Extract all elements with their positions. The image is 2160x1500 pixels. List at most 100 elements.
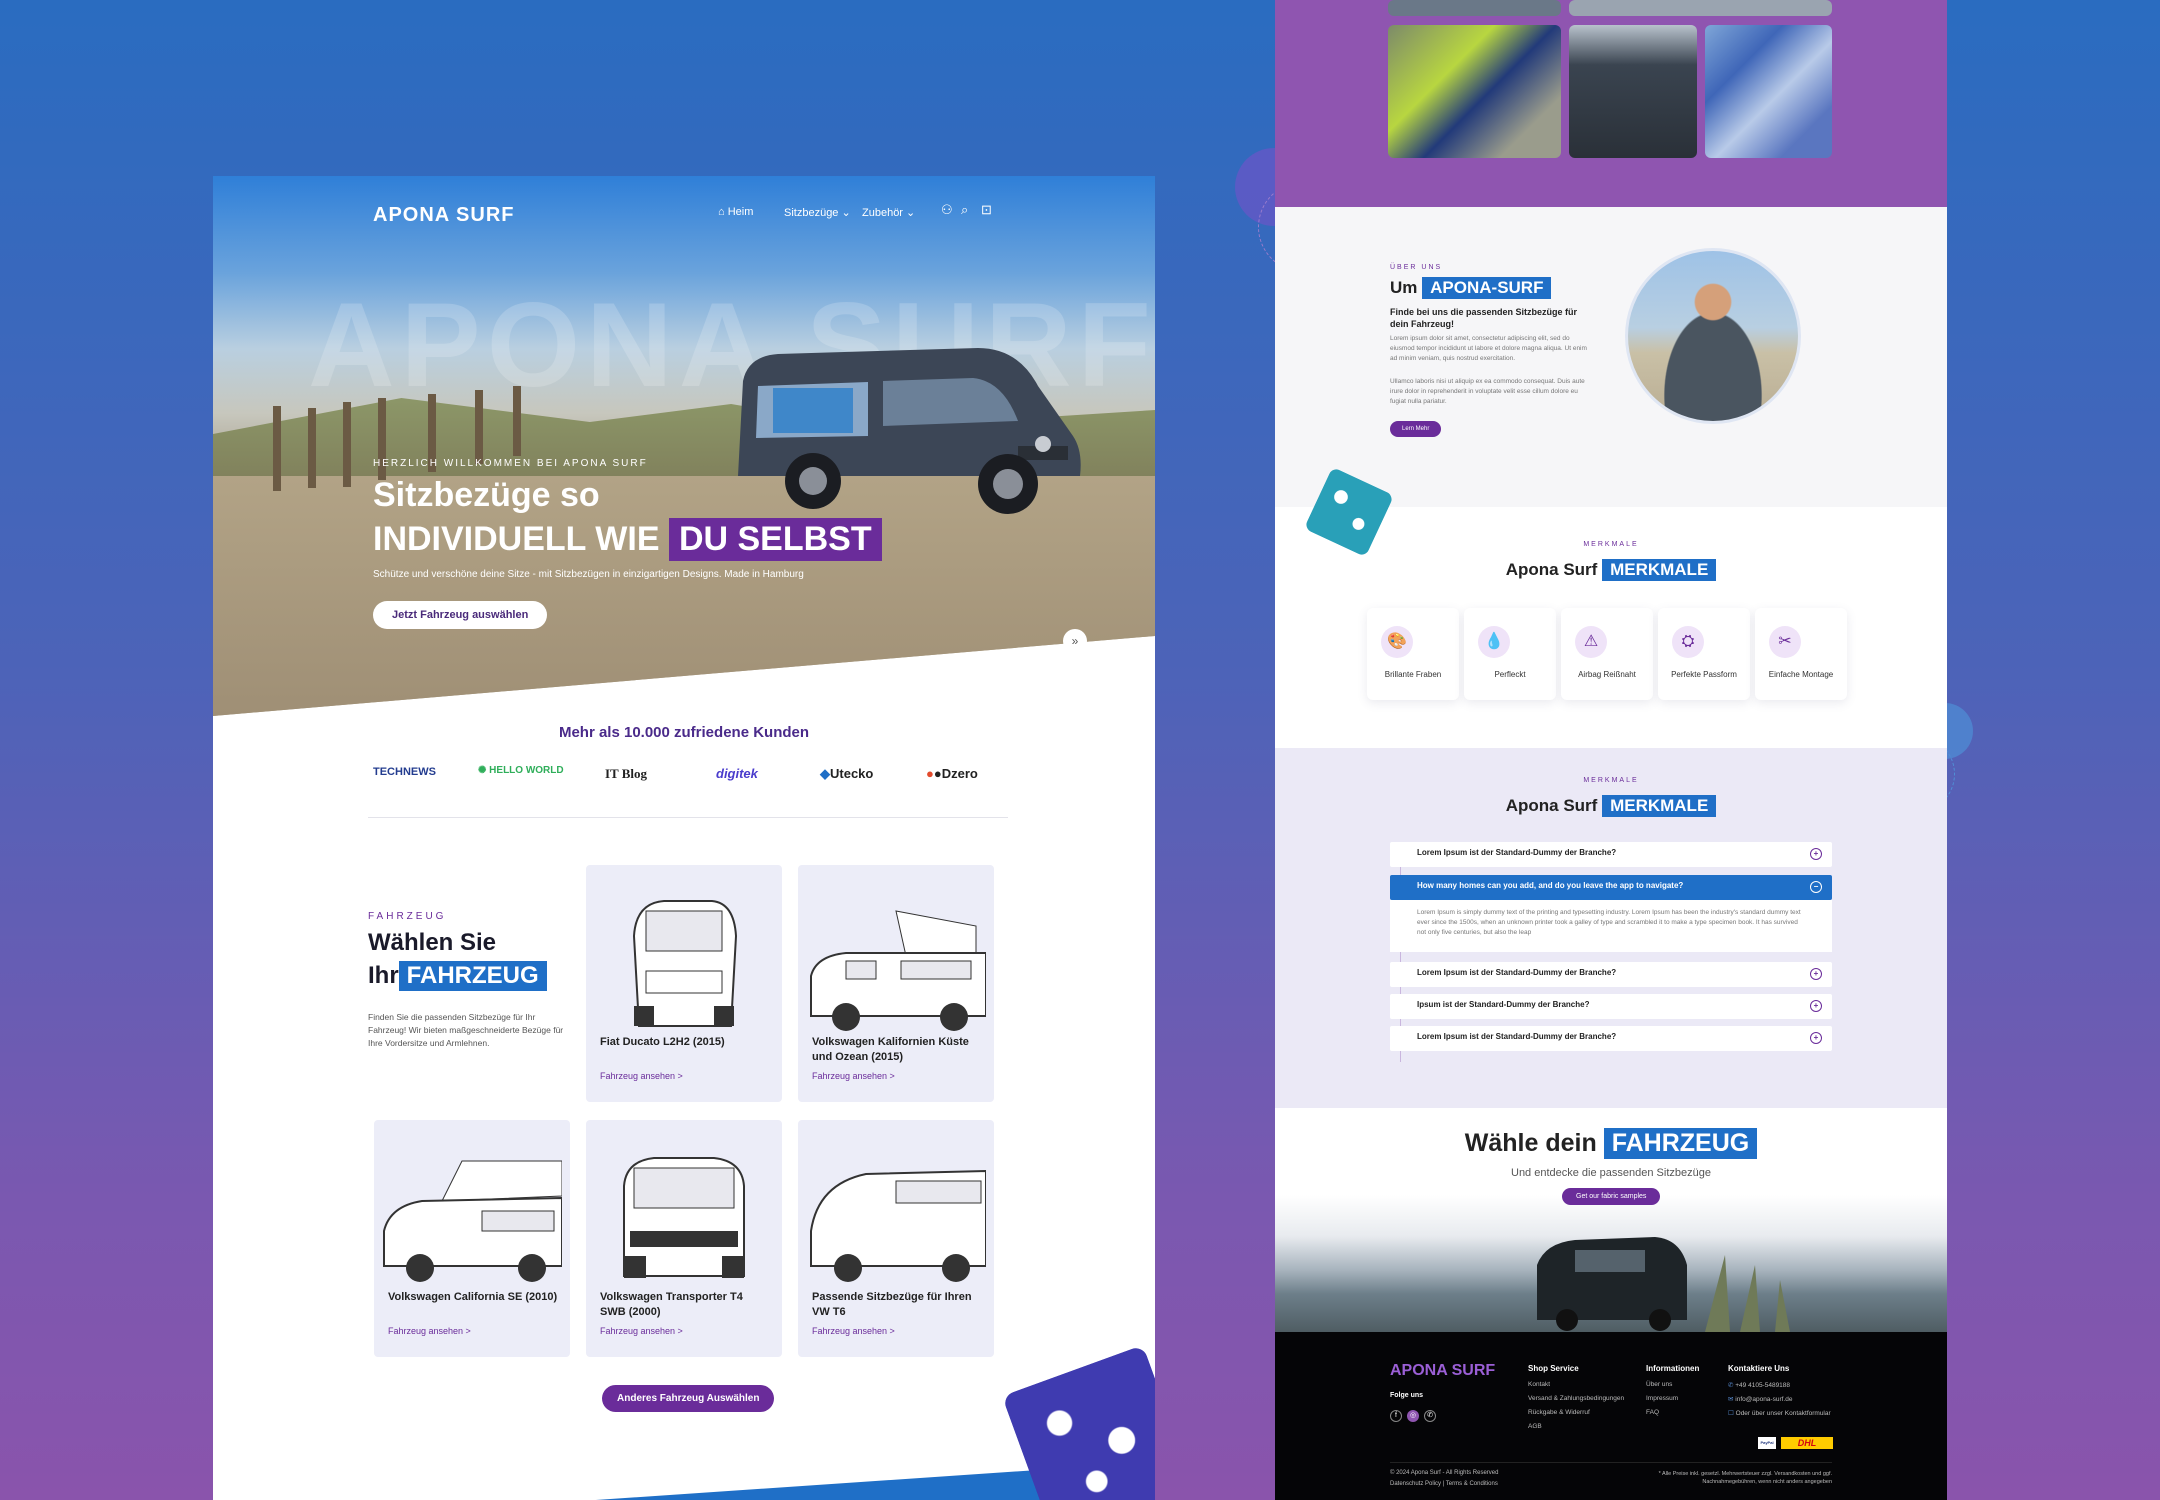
footer-phone[interactable]: ✆ +49 4105-5489188 xyxy=(1728,1381,1790,1389)
footer-link[interactable]: Versand & Zahlungsbedingungen xyxy=(1528,1395,1624,1402)
nav-seat-covers[interactable]: Sitzbezüge ⌄ xyxy=(784,206,851,219)
phone-icon: ✆ xyxy=(1728,1382,1734,1389)
palette-icon: 🎨 xyxy=(1381,626,1413,658)
faq-item[interactable]: Lorem Ipsum ist der Standard-Dummy der B… xyxy=(1390,1026,1832,1051)
vehicle-name: Volkswagen Kalifornien Küste und Ozean (… xyxy=(812,1036,969,1063)
footer-email-text: info@apona-surf.de xyxy=(1735,1396,1793,1403)
nav-seat-covers-label: Sitzbezüge xyxy=(784,207,839,219)
faq-answer: Lorem Ipsum is simply dummy text of the … xyxy=(1390,900,1832,952)
gallery-photo[interactable] xyxy=(1388,0,1561,16)
homepage-mockup: APONA SURF APONA SURF ⌂ Heim Sitzbezüge … xyxy=(213,176,1155,1500)
footer-phone-text: +49 4105-5489188 xyxy=(1735,1382,1791,1389)
vehicle-card[interactable]: Volkswagen Kalifornien Küste und Ozean (… xyxy=(798,865,994,1102)
faq-item-open[interactable]: How many homes can you add, and do you l… xyxy=(1390,875,1832,900)
vehicle-view-link[interactable]: Fahrzeug ansehen > xyxy=(388,1326,471,1336)
learn-more-button[interactable]: Lern Mehr xyxy=(1390,421,1442,437)
footer-heading: Informationen xyxy=(1646,1364,1700,1373)
vehicle-card[interactable]: Passende Sitzbezüge für Ihren VW T6 Fahr… xyxy=(798,1120,994,1357)
tools-icon: ✂ xyxy=(1769,626,1801,658)
cart-icon[interactable]: ⊡ xyxy=(981,203,995,217)
vehicles-title-text: Ihr xyxy=(368,962,399,989)
drop-icon: 💧 xyxy=(1478,626,1510,658)
footer-link[interactable]: AGB xyxy=(1528,1423,1542,1430)
feature-card: ⛭ Perfekte Passform xyxy=(1658,608,1750,700)
gallery-photo-seat[interactable] xyxy=(1705,25,1832,158)
copyright: © 2024 Apona Surf - All Rights Reserved xyxy=(1390,1470,1499,1476)
choose-vehicle-subtitle: Und entdecke die passenden Sitzbezüge xyxy=(1511,1167,1711,1179)
feature-label: Einfache Montage xyxy=(1768,670,1834,679)
expand-icon[interactable]: + xyxy=(1810,848,1822,860)
vehicle-view-link[interactable]: Fahrzeug ansehen > xyxy=(600,1071,683,1081)
vehicle-drawing xyxy=(810,910,986,1031)
footer-logo[interactable]: APONA SURF xyxy=(1390,1362,1495,1380)
nav-home[interactable]: ⌂ Heim xyxy=(718,206,753,218)
chevron-down-icon: ⌄ xyxy=(841,207,851,219)
vehicle-card[interactable]: Volkswagen Transporter T4 SWB (2000) Fah… xyxy=(586,1120,782,1357)
footer-link[interactable]: Rückgabe & Widerruf xyxy=(1528,1409,1590,1416)
brand-logo-dzero-text: Dzero xyxy=(941,766,978,781)
user-icon[interactable]: ⚇ xyxy=(941,203,955,217)
feature-label: Airbag Reißnaht xyxy=(1578,670,1636,679)
vehicle-drawing xyxy=(632,900,738,1027)
search-icon[interactable]: ⌕ xyxy=(961,203,975,217)
brand-logo-helloworld-text: HELLO WORLD xyxy=(489,765,564,776)
founder-portrait xyxy=(1625,248,1801,424)
collapse-icon[interactable]: − xyxy=(1810,881,1822,893)
fence-post xyxy=(343,402,351,487)
footer-link[interactable]: Kontakt xyxy=(1528,1381,1550,1388)
footer-contact-form[interactable]: ☐ Oder über unser Kontaktformular xyxy=(1728,1409,1831,1417)
divider xyxy=(368,817,1008,818)
nav-accessories-label: Zubehör xyxy=(862,207,903,219)
gallery-photo[interactable] xyxy=(1569,0,1832,16)
fabric-samples-button[interactable]: Get our fabric samples xyxy=(1562,1188,1661,1205)
site-logo[interactable]: APONA SURF xyxy=(373,204,514,227)
vehicle-drawing xyxy=(383,1160,562,1282)
footer-heading: Shop Service xyxy=(1528,1364,1579,1373)
footer-link[interactable]: Über uns xyxy=(1646,1381,1672,1388)
brand-logo-helloworld: ✺ HELLO WORLD xyxy=(478,766,564,776)
footer-divider xyxy=(1390,1462,1832,1463)
faq-item[interactable]: Lorem Ipsum ist der Standard-Dummy der B… xyxy=(1390,962,1832,987)
whatsapp-icon[interactable]: ✆ xyxy=(1424,1410,1436,1422)
footer-email[interactable]: ✉ info@apona-surf.de xyxy=(1728,1395,1792,1403)
nav-accessories[interactable]: Zubehör ⌄ xyxy=(862,206,915,219)
vehicle-name: Fiat Ducato L2H2 (2015) xyxy=(600,1036,725,1048)
other-vehicle-button[interactable]: Anderes Fahrzeug Auswählen xyxy=(602,1385,775,1412)
dhl-badge: DHL xyxy=(1781,1437,1833,1449)
vehicle-card[interactable]: Volkswagen California SE (2010) Fahrzeug… xyxy=(374,1120,570,1357)
about-paragraph: Lorem ipsum dolor sit amet, consectetur … xyxy=(1390,335,1587,362)
vehicles-title-highlight: FAHRZEUG xyxy=(398,961,547,991)
vehicle-view-link[interactable]: Fahrzeug ansehen > xyxy=(812,1071,895,1081)
gallery-photo-kite[interactable] xyxy=(1388,25,1561,158)
choose-vehicle-button[interactable]: Jetzt Fahrzeug auswählen xyxy=(373,601,548,629)
footer-link[interactable]: Impressum xyxy=(1646,1395,1678,1402)
fence-post xyxy=(308,408,316,488)
vehicle-view-link[interactable]: Fahrzeug ansehen > xyxy=(812,1326,895,1336)
features-title-text: Apona Surf xyxy=(1505,560,1598,579)
features-eyebrow: MERKMALE xyxy=(1583,541,1639,548)
feature-card: ⚠ Airbag Reißnaht xyxy=(1561,608,1653,700)
faq-title-highlight: MERKMALE xyxy=(1602,795,1717,817)
footer-contact-form-text: Oder über unser Kontaktformular xyxy=(1735,1410,1831,1417)
legal-links[interactable]: Datenschutz Policy | Terms & Conditions xyxy=(1390,1481,1498,1487)
vehicle-card[interactable]: Fiat Ducato L2H2 (2015) Fahrzeug ansehen… xyxy=(586,865,782,1102)
faq-item[interactable]: Lorem Ipsum ist der Standard-Dummy der B… xyxy=(1390,842,1832,867)
about-section xyxy=(1275,207,1947,507)
facebook-icon[interactable]: f xyxy=(1390,1410,1402,1422)
flower-icon: ✺ xyxy=(478,765,487,776)
faq-item[interactable]: Ipsum ist der Standard-Dummy der Branche… xyxy=(1390,994,1832,1019)
gallery-photo-van[interactable] xyxy=(1569,25,1697,158)
expand-icon[interactable]: + xyxy=(1810,1032,1822,1044)
brand-logo-utecko-text: Utecko xyxy=(830,766,874,781)
expand-icon[interactable]: + xyxy=(1810,968,1822,980)
choose-vehicle-title: Wähle dein FAHRZEUG xyxy=(1275,1128,1947,1159)
hero-title-line1: Sitzbezüge so xyxy=(373,476,600,514)
brand-logo-utecko: ◆Utecko xyxy=(820,766,873,782)
faq-title-text: Apona Surf xyxy=(1505,796,1598,815)
expand-icon[interactable]: + xyxy=(1810,1000,1822,1012)
features-title: Apona Surf MERKMALE xyxy=(1275,559,1947,581)
instagram-icon[interactable]: ◎ xyxy=(1407,1410,1419,1422)
scroll-down-icon[interactable]: » xyxy=(1063,629,1087,653)
vehicle-view-link[interactable]: Fahrzeug ansehen > xyxy=(600,1326,683,1336)
footer-link[interactable]: FAQ xyxy=(1646,1409,1659,1416)
